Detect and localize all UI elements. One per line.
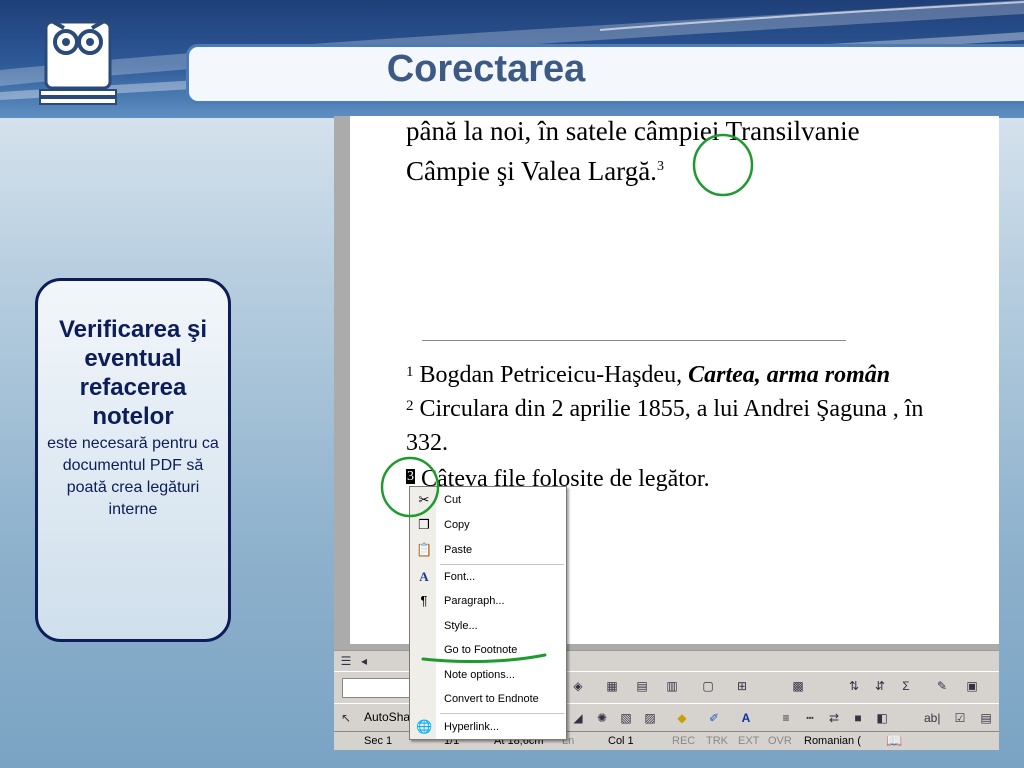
normal-view-icon[interactable]: ☰	[338, 653, 354, 669]
table-icon[interactable]: ▦	[604, 678, 620, 694]
menu-item-style[interactable]: Style...	[410, 614, 566, 638]
menu-item-label: Font...	[444, 571, 476, 583]
menu-item-label: Go to Footnote	[444, 644, 518, 656]
menu-item-label: Convert to Endnote	[444, 693, 539, 705]
menu-item-cut[interactable]: ✂ Cut	[410, 488, 566, 512]
columns-icon[interactable]: ▥	[664, 678, 680, 694]
status-column: Col 1	[608, 735, 634, 747]
picture-icon[interactable]: ▨	[642, 710, 658, 726]
menu-item-label: Paragraph...	[444, 595, 505, 607]
footnote-1-number: 1	[406, 364, 414, 380]
form-field-icon[interactable]: ▤	[978, 710, 994, 726]
hyperlink-icon: 🌐	[416, 719, 433, 734]
footnote-3-number-selected[interactable]: 3	[406, 469, 415, 484]
dash-style-icon[interactable]: ┅	[802, 710, 818, 726]
scroll-left-icon[interactable]: ◂	[356, 653, 372, 669]
body-line-1: până la noi, în satele câmpiei Transilva…	[406, 116, 860, 146]
menu-item-convert-to-endnote[interactable]: Convert to Endnote	[410, 687, 566, 711]
font-color-icon[interactable]: A	[738, 710, 754, 726]
menu-item-copy[interactable]: ❐ Copy	[410, 513, 566, 537]
menu-separator	[440, 713, 564, 714]
autosum-icon[interactable]: Σ	[898, 678, 914, 694]
menu-item-paste[interactable]: 📋 Paste	[410, 538, 566, 562]
text-field-icon[interactable]: ab|	[924, 710, 940, 726]
arrow-style-icon[interactable]: ⇄	[826, 710, 842, 726]
slide-title: Corectarea	[386, 48, 586, 90]
status-ovr[interactable]: OVR	[768, 735, 792, 747]
diagram-icon[interactable]: ✺	[594, 710, 610, 726]
menu-item-font[interactable]: A Font...	[410, 565, 566, 589]
status-ext[interactable]: EXT	[738, 735, 759, 747]
menu-item-hyperlink[interactable]: 🌐 Hyperlink...	[410, 715, 566, 739]
menu-item-label: Style...	[444, 620, 478, 632]
sort-ascending-icon[interactable]: ⇅	[846, 678, 862, 694]
line-color-icon[interactable]: ✐	[706, 710, 722, 726]
footnote-1-text: Bogdan Petriceicu-Haşdeu,	[419, 362, 689, 388]
autoformat-icon[interactable]: ▩	[790, 678, 806, 694]
menu-item-note-options[interactable]: Note options...	[410, 663, 566, 687]
menu-item-label: Copy	[444, 519, 470, 531]
note-card-text: este necesară pentru ca documentul PDF s…	[47, 435, 219, 518]
body-line-2-text: Câmpie şi Valea Largă.	[406, 156, 657, 186]
fill-color-icon[interactable]: ◈	[570, 678, 586, 694]
menu-item-paragraph[interactable]: ¶ Paragraph...	[410, 589, 566, 613]
body-line-2: Câmpie şi Valea Largă.3	[406, 156, 664, 187]
menu-item-label: Cut	[444, 494, 462, 506]
autoshapes-menu[interactable]: AutoSha	[364, 710, 410, 724]
footnote-1-emph: Cartea, arma român	[688, 362, 891, 388]
footnote-2: 2 Circulara din 2 aprilie 1855, a lui An…	[406, 396, 923, 423]
menu-item-go-to-footnote[interactable]: Go to Footnote	[410, 638, 566, 662]
fill-bucket-icon[interactable]: ◆	[674, 710, 690, 726]
line-style-icon[interactable]: ≡	[778, 710, 794, 726]
grid-icon[interactable]: ▤	[634, 678, 650, 694]
context-menu: ✂ Cut ❐ Copy 📋 Paste A Font... ¶ Paragraph...…	[409, 486, 567, 740]
status-trk[interactable]: TRK	[706, 735, 728, 747]
font-icon: A	[419, 569, 429, 584]
status-rec[interactable]: REC	[672, 735, 695, 747]
copy-icon: ❐	[418, 517, 430, 532]
footnote-reference[interactable]: 3	[657, 159, 664, 174]
insert-chart-icon[interactable]: ▣	[964, 678, 980, 694]
note-card: Verificarea şi eventual refacerea notelo…	[35, 278, 231, 642]
menu-item-label: Note options...	[444, 669, 515, 681]
3d-icon[interactable]: ◧	[874, 710, 890, 726]
checkbox-icon[interactable]: ☑	[952, 710, 968, 726]
border-icon[interactable]: ▢	[700, 678, 716, 694]
wordart-icon[interactable]: ◢	[570, 710, 586, 726]
scissors-icon: ✂	[418, 492, 430, 507]
owl-logo-icon	[39, 18, 117, 105]
spelling-status-icon[interactable]: 📖	[886, 733, 902, 749]
menu-item-label: Hyperlink...	[444, 721, 500, 733]
draw-table-icon[interactable]: ✎	[934, 678, 950, 694]
merge-icon[interactable]: ⊞	[734, 678, 750, 694]
status-language: Romanian (	[804, 735, 861, 747]
shadow-icon[interactable]: ■	[850, 710, 866, 726]
menu-item-label: Paste	[444, 544, 473, 556]
footnote-separator	[422, 340, 846, 341]
footnote-2-cont: 332.	[406, 430, 448, 456]
clipart-icon[interactable]: ▧	[618, 710, 634, 726]
paste-icon: 📋	[416, 542, 433, 557]
footnote-2-text: Circulara din 2 aprilie 1855, a lui Andr…	[419, 396, 924, 422]
note-card-heading: Verificarea şi eventual refacerea notelo…	[58, 316, 208, 430]
paragraph-icon: ¶	[420, 593, 428, 608]
status-section: Sec 1	[364, 735, 393, 747]
sort-descending-icon[interactable]: ⇵	[872, 678, 888, 694]
line-style-box[interactable]	[342, 678, 414, 698]
footnote-2-number: 2	[406, 398, 414, 414]
select-objects-icon[interactable]: ↖	[338, 710, 354, 726]
footnote-1: 1 Bogdan Petriceicu-Haşdeu, Cartea, arma…	[406, 362, 890, 389]
